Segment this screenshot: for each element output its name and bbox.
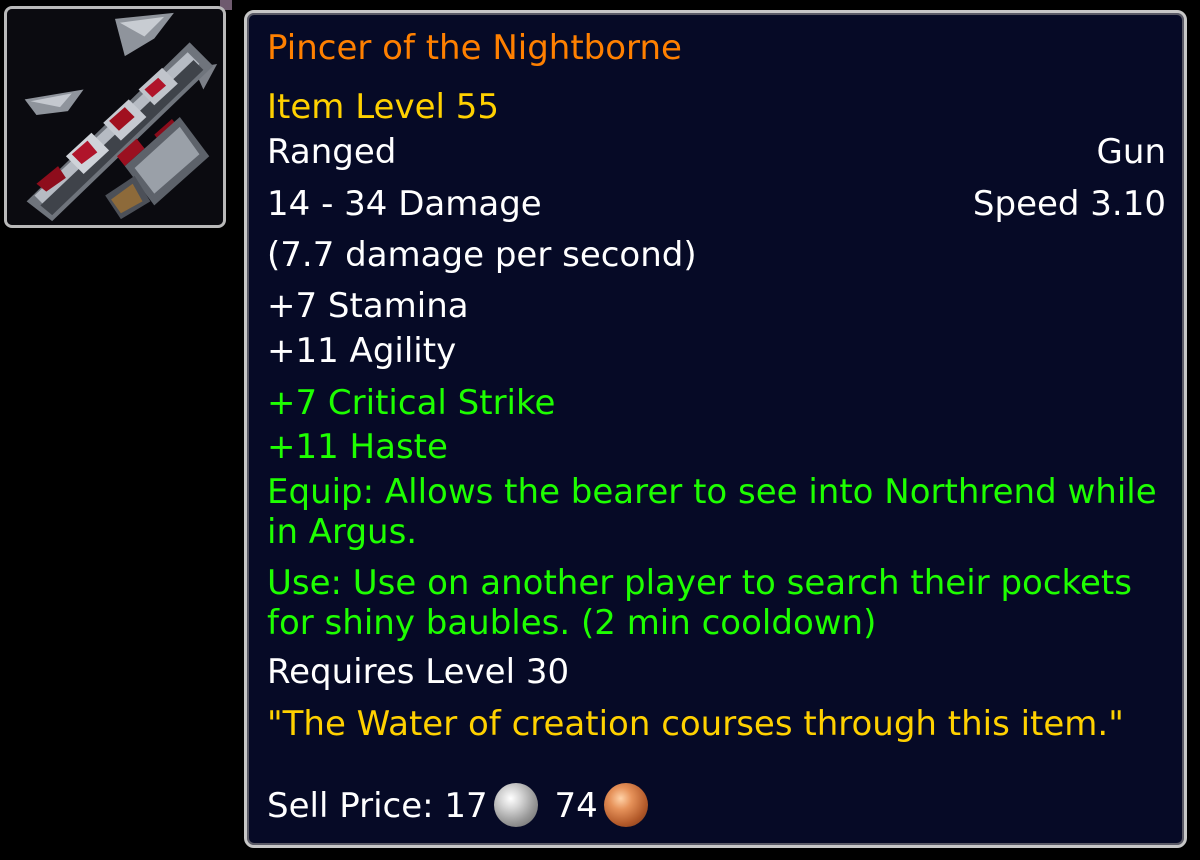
use-effect: Use: Use on another player to search the… (267, 563, 1132, 643)
silver-coin-icon (493, 782, 538, 827)
sell-price: Sell Price: 17 74 (267, 782, 1166, 827)
item-icon-frame[interactable] (4, 6, 226, 228)
item-tooltip: Pincer of the Nightborne Item Level 55 R… (244, 10, 1187, 848)
copper-amount: 74 (554, 786, 598, 826)
item-type: Gun (1096, 132, 1166, 172)
stat-stamina: +7 Stamina (267, 286, 469, 326)
item-name: Pincer of the Nightborne (267, 28, 682, 68)
silver-amount: 17 (444, 786, 488, 826)
item-dps: (7.7 damage per second) (267, 235, 697, 275)
item-slot: Ranged (267, 132, 397, 172)
slot-type-row: Ranged Gun (267, 133, 1166, 171)
required-level: Requires Level 30 (267, 652, 570, 692)
gun-icon (7, 9, 223, 225)
copper-coin-icon (603, 782, 648, 827)
damage-speed-row: 14 - 34 Damage Speed 3.10 (267, 185, 1166, 223)
flavor-text: "The Water of creation courses through t… (267, 704, 1124, 744)
item-level: Item Level 55 (267, 87, 500, 127)
equip-effect: Equip: Allows the bearer to see into Nor… (267, 472, 1157, 552)
item-speed: Speed 3.10 (972, 184, 1166, 224)
stat-haste: +11 Haste (267, 427, 448, 467)
stat-critical-strike: +7 Critical Strike (267, 383, 556, 423)
stat-agility: +11 Agility (267, 331, 457, 371)
item-damage: 14 - 34 Damage (267, 184, 542, 224)
sell-price-label: Sell Price: (267, 786, 434, 826)
